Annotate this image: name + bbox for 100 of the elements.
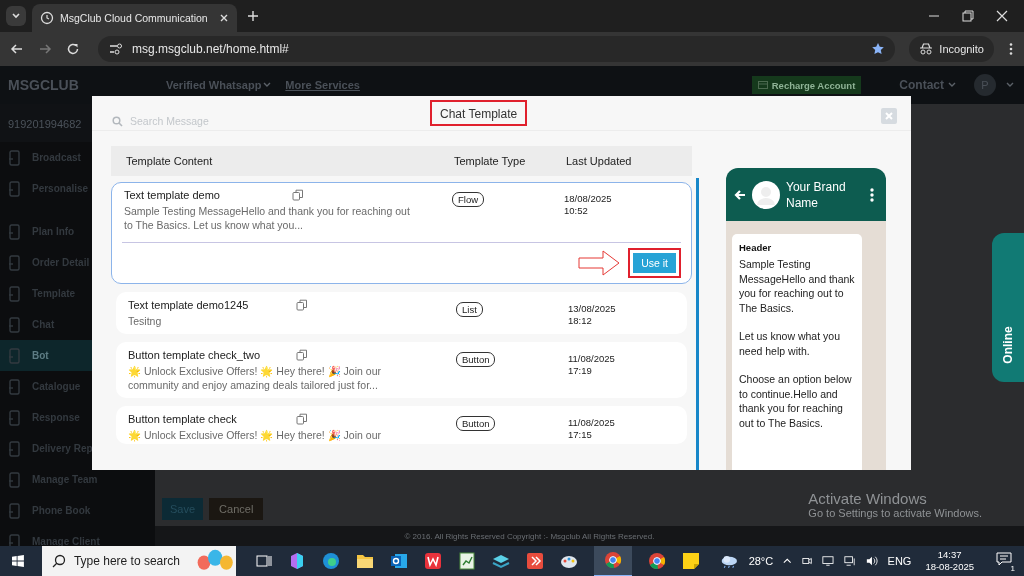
network-icon[interactable] <box>843 555 856 567</box>
updated-date: 13/08/2025 18:12 <box>568 302 617 328</box>
type-tag: Button <box>456 416 496 431</box>
chrome-taskbar-button[interactable] <box>593 545 632 576</box>
type-tag: Button <box>456 352 496 367</box>
close-icon[interactable] <box>219 13 229 23</box>
use-it-button[interactable]: Use it <box>633 253 676 273</box>
close-icon <box>885 112 893 120</box>
updated-date: 18/08/2025 10:52 <box>564 192 613 218</box>
notification-icon <box>996 552 1012 566</box>
nav-link[interactable]: More Services <box>285 79 360 91</box>
document-icon <box>8 471 20 488</box>
template-card[interactable]: Text template demo Sample Testing MessageHello and thank you for reaching out to The Basics. Let us know what you... Flow 18/08/2025 10:52 Use it <box>111 182 692 284</box>
document-icon <box>8 347 20 364</box>
document-icon <box>8 502 20 519</box>
menu-icon[interactable] <box>1008 42 1014 56</box>
stack-icon[interactable] <box>491 552 510 570</box>
forward-icon[interactable] <box>38 42 52 56</box>
meet-icon[interactable] <box>801 555 812 567</box>
more-icon[interactable] <box>870 187 874 202</box>
message-text: Let us know what you need help with. <box>739 329 841 358</box>
browser-icon[interactable] <box>321 552 340 570</box>
chart-app-icon[interactable] <box>457 552 476 570</box>
template-preview: Tesitng <box>128 314 163 328</box>
arrow-icon <box>578 250 621 276</box>
sticky-note-icon[interactable] <box>681 552 700 570</box>
template-card[interactable]: Button template check 🌟 Unlock Exclusive Offers! 🌟 Hey there! 🎉 Join our Button 11/08/2025 17:15 <box>116 406 687 444</box>
reload-icon[interactable] <box>66 42 80 56</box>
remote-icon[interactable] <box>525 552 544 570</box>
online-tab[interactable]: Online <box>992 233 1024 382</box>
restore-icon[interactable] <box>962 10 974 22</box>
tab-title: MsgClub Cloud Communication <box>60 12 209 24</box>
scrollbar-thumb[interactable] <box>696 178 699 470</box>
language-indicator[interactable]: ENG <box>887 555 912 567</box>
template-card[interactable]: Button template check_two 🌟 Unlock Exclusive Offers! 🌟 Hey there! 🎉 Join our community and enjoy amazing deals tailored just for... Button 11/08/2025 17:19 <box>116 342 687 398</box>
task-view-icon[interactable] <box>255 553 272 569</box>
copy-icon[interactable] <box>296 413 308 425</box>
search-icon <box>112 115 123 127</box>
modal-title: Chat Template <box>430 100 528 126</box>
message-header: Header <box>739 242 773 253</box>
recharge-button[interactable]: Recharge Account <box>751 76 862 94</box>
copy-icon[interactable] <box>292 189 304 201</box>
document-icon <box>8 254 20 271</box>
template-name: Button template check <box>128 413 237 425</box>
close-icon[interactable] <box>996 10 1008 22</box>
activation-message: Go to Settings to activate Windows. <box>808 507 982 519</box>
tab-search-button[interactable] <box>6 6 26 26</box>
incognito-icon <box>919 43 934 55</box>
copy-icon[interactable] <box>296 299 308 311</box>
contact-menu[interactable]: Contact <box>899 78 956 92</box>
office-icon[interactable] <box>423 552 442 570</box>
document-icon <box>8 378 20 395</box>
template-name: Text template demo <box>124 189 220 201</box>
document-icon <box>8 285 20 302</box>
mail-icon[interactable] <box>389 552 408 570</box>
caret-icon <box>263 81 272 89</box>
browser-icon[interactable] <box>647 552 666 570</box>
display-icon[interactable] <box>821 555 834 567</box>
clock[interactable]: 14:37 18-08-2025 <box>925 549 974 573</box>
copy-icon[interactable] <box>296 349 308 361</box>
updated-date: 11/08/2025 17:19 <box>568 352 616 378</box>
document-icon <box>8 180 20 197</box>
cancel-button[interactable]: Cancel <box>209 498 264 520</box>
browser-icon <box>603 551 622 569</box>
type-tag: List <box>456 302 483 317</box>
new-tab-icon[interactable] <box>247 10 259 22</box>
back-arrow-icon[interactable] <box>734 188 746 201</box>
template-name: Text template demo1245 <box>128 299 249 311</box>
star-icon[interactable] <box>871 42 886 56</box>
incognito-badge[interactable]: Incognito <box>909 36 994 62</box>
card-icon <box>757 81 768 89</box>
message-text: Sample Testing MessageHello and thank you for reaching out to The Basics. <box>739 257 855 315</box>
volume-icon[interactable] <box>865 555 878 567</box>
notification-count: 1 <box>1008 564 1017 573</box>
search-icon <box>51 554 66 568</box>
type-tag: Flow <box>452 192 485 207</box>
logo-text: MSGCLUB <box>8 77 80 93</box>
chevron-up-icon[interactable] <box>783 557 792 565</box>
chevron-down-icon <box>11 11 21 21</box>
column-header: Template Content <box>125 155 214 167</box>
site-settings-icon <box>108 42 124 56</box>
template-preview: Sample Testing MessageHello and thank you for reaching out to The Basics. Let us know what you... <box>124 204 411 233</box>
start-icon[interactable] <box>12 554 24 568</box>
caret-icon[interactable] <box>1006 81 1014 89</box>
document-icon <box>8 533 20 546</box>
document-icon <box>8 316 20 333</box>
updated-date: 11/08/2025 17:15 <box>568 416 616 442</box>
folder-icon[interactable] <box>355 553 374 569</box>
taskbar-search-field[interactable]: Type here to search <box>41 546 236 576</box>
browser-tab[interactable]: MsgClub Cloud Communication <box>32 4 237 32</box>
avatar-icon <box>752 180 780 209</box>
footer-text: © 2016. All Rights Reserved Copyright :- Msgclub All Rights Reserved. <box>155 526 1024 546</box>
temperature-text: 28°C <box>748 555 774 567</box>
back-icon[interactable] <box>10 42 24 56</box>
address-field[interactable]: msg.msgclub.net/home.html# <box>98 36 896 62</box>
column-header: Template Type <box>454 155 527 167</box>
message-text: Choose an option below to continue.Hello and thank you for reaching out to The Basics. <box>739 372 853 430</box>
template-card[interactable]: Text template demo1245 Tesitng List 13/08/2025 18:12 <box>116 292 687 334</box>
weather-icon[interactable] <box>719 553 739 569</box>
nav-link[interactable]: Verified Whatsapp <box>166 79 272 91</box>
